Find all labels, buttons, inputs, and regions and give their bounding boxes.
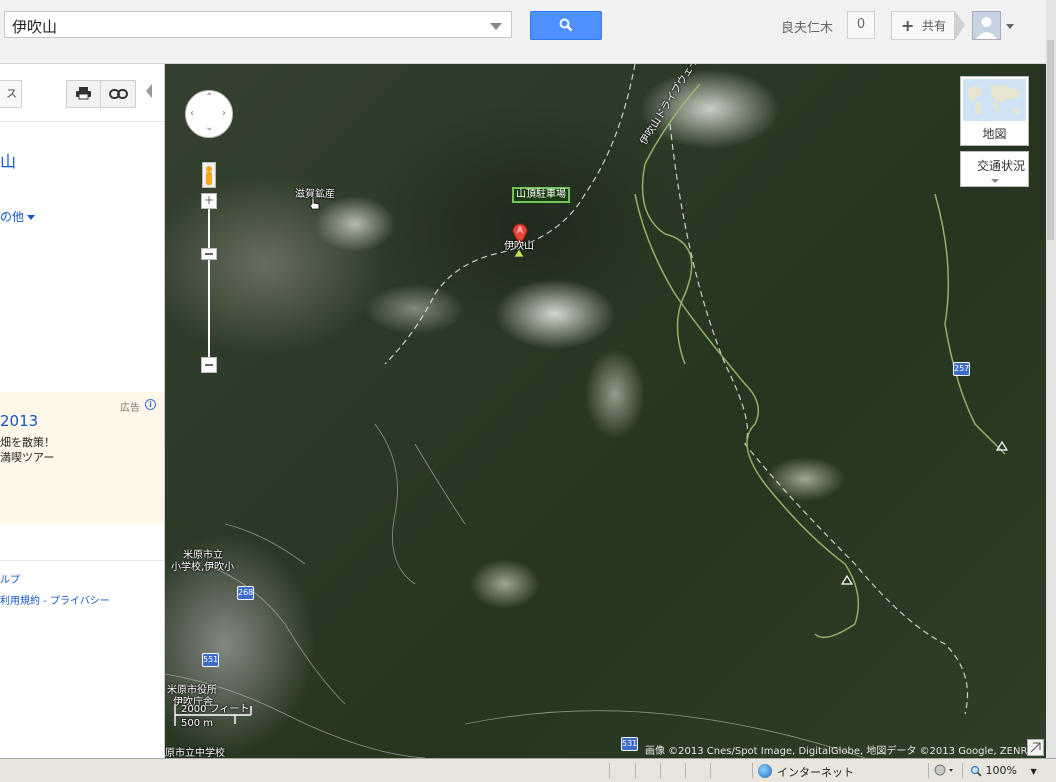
globe-icon xyxy=(758,764,772,778)
route-shield: 257 xyxy=(953,362,970,376)
plus-icon: + xyxy=(901,16,915,35)
label-parking[interactable]: 山頂駐車場 xyxy=(512,187,570,203)
search-button[interactable] xyxy=(530,11,602,40)
vertical-scrollbar[interactable] xyxy=(1046,0,1056,758)
ad-line: 満喫ツアー xyxy=(0,451,55,464)
pan-down-icon[interactable]: ⌄ xyxy=(205,122,213,133)
share-button[interactable]: + 共有 xyxy=(891,11,955,40)
pan-control[interactable]: ⌃ ‹ › ⌄ xyxy=(185,90,233,138)
summit-icon xyxy=(513,248,525,258)
traffic-label: 交通状況 xyxy=(977,159,1026,173)
road-network xyxy=(165,64,1006,758)
account-menu-icon[interactable] xyxy=(1006,24,1014,29)
more-label: の他 xyxy=(0,210,25,224)
help-link[interactable]: ルプ xyxy=(0,571,20,586)
traffic-layer-button[interactable]: 交通状況 xyxy=(960,151,1029,187)
zone-label: インターネット xyxy=(777,766,854,779)
avatar[interactable] xyxy=(972,11,1001,40)
top-bar: 伊吹山 良夫仁木 0 + 共有 xyxy=(0,0,1046,64)
ad-title[interactable]: 2013 xyxy=(0,412,38,430)
map-type-label: 地図 xyxy=(982,127,1007,141)
map-type-button[interactable]: 地図 xyxy=(960,76,1029,146)
chevron-down-icon[interactable]: ▼ xyxy=(1030,767,1036,776)
ad-label: 広告 xyxy=(120,403,140,414)
status-divider xyxy=(752,763,753,778)
route-shield: 268 xyxy=(237,586,254,600)
chevron-down-icon xyxy=(991,179,999,183)
browser-status-bar: インターネット 100% ▼ xyxy=(0,758,1056,782)
status-divider xyxy=(710,763,711,778)
route-shield: 551 xyxy=(202,653,219,667)
scrollbar-thumb[interactable] xyxy=(1047,40,1054,240)
notification-count[interactable]: 0 xyxy=(847,11,875,39)
pan-right-icon[interactable]: › xyxy=(222,108,226,119)
street-view-pegman-icon[interactable] xyxy=(202,162,216,188)
collapse-panel-icon[interactable] xyxy=(146,84,152,98)
zoom-out-button[interactable] xyxy=(201,357,217,373)
share-arrow-icon xyxy=(955,11,965,40)
panel-toolbar xyxy=(66,80,136,108)
chevron-down-icon xyxy=(27,215,36,220)
left-panel: ス 山 の他 広告 i 2013 畑を散策！ 満喫ツアー ルプ 利用規約 - プ… xyxy=(0,64,165,758)
marker-letter: A xyxy=(517,225,523,235)
poi-icon xyxy=(996,440,1008,451)
map-thumbnail xyxy=(963,79,1026,121)
scale-bar: 2000 フィート 500 m xyxy=(173,702,253,732)
status-divider xyxy=(635,763,636,778)
divider xyxy=(0,560,164,561)
status-divider xyxy=(928,763,929,778)
status-divider xyxy=(685,763,686,778)
map-attribution[interactable]: 画像 ©2013 Cnes/Spot Image, DigitalGlobe, … xyxy=(645,742,1038,757)
info-icon[interactable]: i xyxy=(145,399,156,410)
route-shield: 531 xyxy=(621,737,638,751)
place-title[interactable]: 山 xyxy=(0,148,16,172)
label-junior-high[interactable]: 原市立中学校 xyxy=(165,744,225,758)
terms-privacy-links[interactable]: 利用規約 - プライバシー xyxy=(0,592,110,607)
toolbar-divider xyxy=(100,81,101,107)
search-dropdown-icon[interactable] xyxy=(490,23,502,30)
status-divider xyxy=(660,763,661,778)
status-divider xyxy=(962,763,963,778)
zoom-in-button[interactable]: + xyxy=(201,193,217,209)
divider xyxy=(0,121,164,122)
user-name[interactable]: 良夫仁木 xyxy=(781,17,833,36)
more-menu[interactable]: の他 xyxy=(0,208,36,225)
link-icon[interactable] xyxy=(109,89,128,99)
share-label: 共有 xyxy=(922,19,947,33)
search-icon xyxy=(559,18,573,32)
magnifier-icon xyxy=(971,766,982,777)
zoom-level[interactable]: 100% ▼ xyxy=(970,764,1037,777)
zoom-value: 100% xyxy=(985,764,1017,777)
satellite-map[interactable]: ⌃ ‹ › ⌄ + 地図 交通状況 滋賀鉱産 山頂駐車場 A 伊吹山 伊吹山ドラ… xyxy=(165,64,1046,758)
pan-up-icon[interactable]: ⌃ xyxy=(205,92,213,103)
ad-line: 畑を散策！ xyxy=(0,436,55,449)
pan-left-icon[interactable]: ‹ xyxy=(190,108,194,119)
scale-feet: 2000 フィート xyxy=(181,704,250,715)
user-silhouette-icon xyxy=(976,17,997,39)
scale-meters: 500 m xyxy=(181,718,214,729)
search-input[interactable]: 伊吹山 xyxy=(4,11,512,38)
search-value: 伊吹山 xyxy=(12,18,58,36)
protected-mode-icon[interactable] xyxy=(934,764,956,777)
zoom-slider-track[interactable] xyxy=(208,209,210,359)
expand-icon[interactable] xyxy=(1027,739,1044,756)
label-school[interactable]: 小学校,伊吹小 xyxy=(171,558,234,573)
hand-cursor-icon xyxy=(309,197,320,210)
world-map-icon xyxy=(967,85,1021,115)
status-divider xyxy=(609,763,610,778)
poi-icon xyxy=(841,574,853,585)
ad-box: 広告 i 2013 畑を散策！ 満喫ツアー xyxy=(0,392,164,524)
print-icon[interactable] xyxy=(76,86,91,100)
zoom-slider-thumb[interactable] xyxy=(201,248,217,260)
directions-tab[interactable]: ス xyxy=(0,80,22,108)
